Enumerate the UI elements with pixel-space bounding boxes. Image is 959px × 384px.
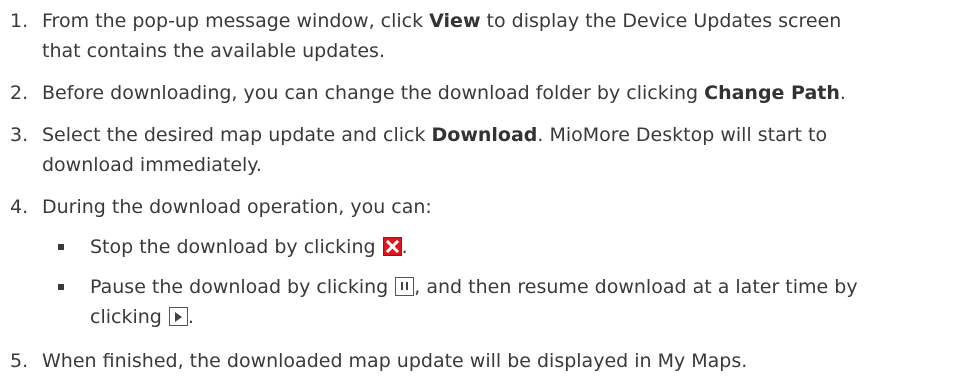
step-number: 2. <box>10 82 29 104</box>
step-number: 4. <box>10 196 29 218</box>
step-1: 1. From the pop-up message window, click… <box>10 6 950 66</box>
bullet-text: Stop the download by clicking . <box>90 236 408 258</box>
step-4: 4. During the download operation, you ca… <box>10 192 950 222</box>
step-number: 5. <box>10 350 29 372</box>
play-icon[interactable] <box>168 307 188 326</box>
step-5: 5. When finished, the downloaded map upd… <box>10 346 950 376</box>
bullet-stop: Stop the download by clicking . <box>40 232 950 262</box>
step-text: Before downloading, you can change the d… <box>42 82 846 104</box>
bullet-pause-resume: Pause the download by clicking , and the… <box>40 272 950 332</box>
step-text: When finished, the downloaded map update… <box>42 350 748 372</box>
stop-icon[interactable] <box>382 237 402 256</box>
download-label: Download <box>431 124 538 146</box>
view-label: View <box>429 10 481 32</box>
instructions-list: 1. From the pop-up message window, click… <box>0 0 959 384</box>
bullet-marker <box>58 244 64 250</box>
step-text: From the pop-up message window, click Vi… <box>42 10 842 62</box>
step-text: Select the desired map update and click … <box>42 124 828 176</box>
bullet-text: Pause the download by clicking , and the… <box>90 276 858 328</box>
step-number: 3. <box>10 124 29 146</box>
step-number: 1. <box>10 10 29 32</box>
step-2: 2. Before downloading, you can change th… <box>10 78 950 108</box>
change-path-label: Change Path <box>704 82 840 104</box>
bullet-marker <box>58 284 64 290</box>
step-text: During the download operation, you can: <box>42 196 432 218</box>
pause-icon[interactable] <box>395 277 415 296</box>
step-3: 3. Select the desired map update and cli… <box>10 120 950 180</box>
